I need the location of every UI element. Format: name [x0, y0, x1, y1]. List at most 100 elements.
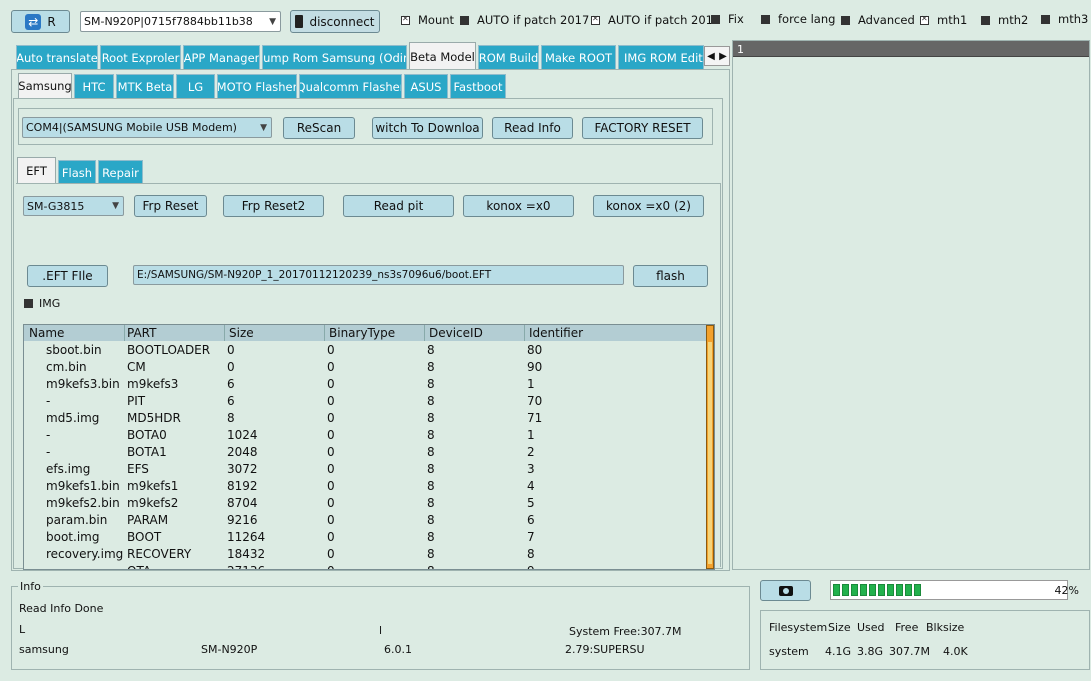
tab-beta-model[interactable]: Beta Model — [409, 42, 476, 70]
screenshot-button[interactable] — [760, 580, 811, 601]
tab-samsung[interactable]: Samsung — [18, 73, 72, 98]
frp-reset-button[interactable]: Frp Reset — [134, 195, 207, 217]
option-auto-patch-2017[interactable]: AUTO if patch 2017 — [460, 13, 589, 27]
table-cell: 8 — [427, 377, 435, 391]
option-auto-patch-2018[interactable]: AUTO if patch 2018 — [591, 13, 720, 27]
column-header-binarytype[interactable]: BinaryType — [329, 326, 395, 340]
scrollbar-thumb[interactable] — [708, 342, 712, 564]
tab-rom-build[interactable]: ROM Build — [478, 45, 539, 69]
table-cell: BOTA1 — [127, 445, 167, 459]
column-header-part[interactable]: PART — [127, 326, 156, 340]
disconnect-button[interactable]: disconnect — [290, 10, 380, 33]
table-row[interactable]: m9kefs2.bin m9kefs2 8704 0 8 5 — [24, 495, 706, 512]
table-body[interactable]: sboot.bin BOOTLOADER 0 0 8 80 cm.bin CM 0 0 8 90 m9k… — [24, 342, 706, 569]
table-cell: 8 — [427, 513, 435, 527]
option-mth3[interactable]: mth3 — [1041, 12, 1088, 26]
option-mth2[interactable]: mth2 — [981, 13, 1028, 27]
table-row[interactable]: - PIT 6 0 8 70 — [24, 393, 706, 410]
tab-scroll-arrows[interactable]: ◀ ▶ — [704, 46, 730, 66]
table-row[interactable]: m9kefs3.bin m9kefs3 6 0 8 1 — [24, 376, 706, 393]
table-cell: 0 — [327, 496, 335, 510]
tab-asus[interactable]: ASUS — [404, 74, 448, 98]
table-row[interactable]: md5.img MD5HDR 8 0 8 71 — [24, 410, 706, 427]
column-header-name[interactable]: Name — [29, 326, 64, 340]
progress-segment — [887, 584, 894, 596]
img-checkbox[interactable]: IMG — [24, 297, 60, 310]
log-panel[interactable]: 1 — [732, 40, 1090, 570]
rescan-button[interactable]: ReScan — [283, 117, 355, 139]
table-row[interactable]: - BOTA0 1024 0 8 1 — [24, 427, 706, 444]
read-pit-button[interactable]: Read pit — [343, 195, 454, 217]
eft-path-field[interactable]: E:/SAMSUNG/SM-N920P_1_20170112120239_ns3… — [133, 265, 624, 285]
konox2-button[interactable]: konox =x0 (2) — [593, 195, 704, 217]
table-cell: 6 — [227, 394, 235, 408]
table-cell: 7 — [527, 530, 535, 544]
switch-download-button[interactable]: witch To Downloa — [372, 117, 483, 139]
table-row[interactable]: recovery.img RECOVERY 18432 0 8 8 — [24, 546, 706, 563]
chevron-left-icon[interactable]: ◀ — [707, 51, 715, 62]
flash-button[interactable]: flash — [633, 265, 708, 287]
info-title: Info — [18, 580, 43, 593]
tab-fastboot[interactable]: Fastboot — [450, 74, 506, 98]
checkbox-icon — [761, 14, 770, 24]
tab-make-root[interactable]: Make ROOT — [541, 45, 616, 69]
tab-dump-rom[interactable]: Dump Rom Samsung (Odin) — [262, 45, 407, 69]
device-select[interactable]: SM-N920P|0715f7884bb11b38 ▼ — [80, 11, 281, 32]
read-info-button[interactable]: Read Info — [492, 117, 573, 139]
table-cell: 18432 — [227, 547, 266, 561]
table-row[interactable]: m9kefs1.bin m9kefs1 8192 0 8 4 — [24, 478, 706, 495]
table-row[interactable]: sboot.bin BOOTLOADER 0 0 8 80 — [24, 342, 706, 359]
table-row[interactable]: efs.img EFS 3072 0 8 3 — [24, 461, 706, 478]
table-scrollbar[interactable] — [706, 325, 714, 569]
refresh-button[interactable]: ⇄ R — [11, 10, 70, 33]
table-cell: boot.img — [46, 530, 100, 544]
storage-blksize: 4.0K — [943, 645, 968, 658]
column-header-identifier[interactable]: Identifier — [529, 326, 583, 340]
tab-root-explorer[interactable]: Root Exproler — [100, 45, 181, 69]
factory-reset-button[interactable]: FACTORY RESET — [582, 117, 703, 139]
progress-segment — [851, 584, 858, 596]
model-select[interactable]: SM-G3815 ▼ — [23, 196, 124, 216]
tab-lg[interactable]: LG — [176, 74, 215, 98]
table-cell: md5.img — [46, 411, 100, 425]
chevron-right-icon[interactable]: ▶ — [719, 51, 727, 62]
table-cell: 0 — [327, 428, 335, 442]
konox-button[interactable]: konox =x0 — [463, 195, 574, 217]
table-cell: m9kefs2 — [127, 496, 179, 510]
tab-htc[interactable]: HTC — [74, 74, 114, 98]
tab-flash[interactable]: Flash — [58, 160, 96, 184]
option-fix[interactable]: Fix — [711, 12, 744, 26]
frp-reset2-button[interactable]: Frp Reset2 — [223, 195, 324, 217]
table-cell: 0 — [227, 360, 235, 374]
eft-file-button[interactable]: .EFT FIle — [27, 265, 108, 287]
option-mth1[interactable]: mth1 — [920, 13, 967, 27]
column-header-size[interactable]: Size — [229, 326, 254, 340]
tab-img-rom-editor[interactable]: IMG ROM Editor — [618, 45, 704, 69]
tab-app-manager[interactable]: APP Manager — [183, 45, 260, 69]
tab-mtk-beta[interactable]: MTK Beta — [116, 74, 174, 98]
option-mount[interactable]: Mount — [401, 13, 454, 27]
storage-header-free: Free — [895, 621, 919, 634]
option-advanced[interactable]: Advanced — [841, 13, 915, 27]
table-cell: 90 — [527, 360, 543, 374]
column-header-deviceid[interactable]: DeviceID — [429, 326, 483, 340]
table-row[interactable]: cm.bin CM 0 0 8 90 — [24, 359, 706, 376]
checkbox-icon — [24, 299, 33, 308]
option-force-lang[interactable]: force lang — [761, 12, 835, 26]
table-cell: 8 — [427, 564, 435, 569]
table-cell: m9kefs1 — [127, 479, 179, 493]
tab-repair[interactable]: Repair — [98, 160, 143, 184]
checkbox-icon — [920, 14, 929, 25]
table-cell: PARAM — [127, 513, 169, 527]
table-cell: RECOVERY — [127, 547, 192, 561]
table-row[interactable]: - OTA 27136 0 8 9 — [24, 563, 706, 569]
tab-auto-translate[interactable]: Auto translate — [16, 45, 98, 69]
tab-qualcomm-flasher[interactable]: Qualcomm Flasher — [299, 74, 402, 98]
tab-moto-flasher[interactable]: MOTO Flasher — [217, 74, 297, 98]
table-row[interactable]: - BOTA1 2048 0 8 2 — [24, 444, 706, 461]
tab-eft[interactable]: EFT — [17, 157, 56, 184]
info-brand: samsung — [19, 643, 69, 656]
port-select[interactable]: COM4|(SAMSUNG Mobile USB Modem) ▼ — [22, 117, 272, 138]
table-row[interactable]: boot.img BOOT 11264 0 8 7 — [24, 529, 706, 546]
table-row[interactable]: param.bin PARAM 9216 0 8 6 — [24, 512, 706, 529]
